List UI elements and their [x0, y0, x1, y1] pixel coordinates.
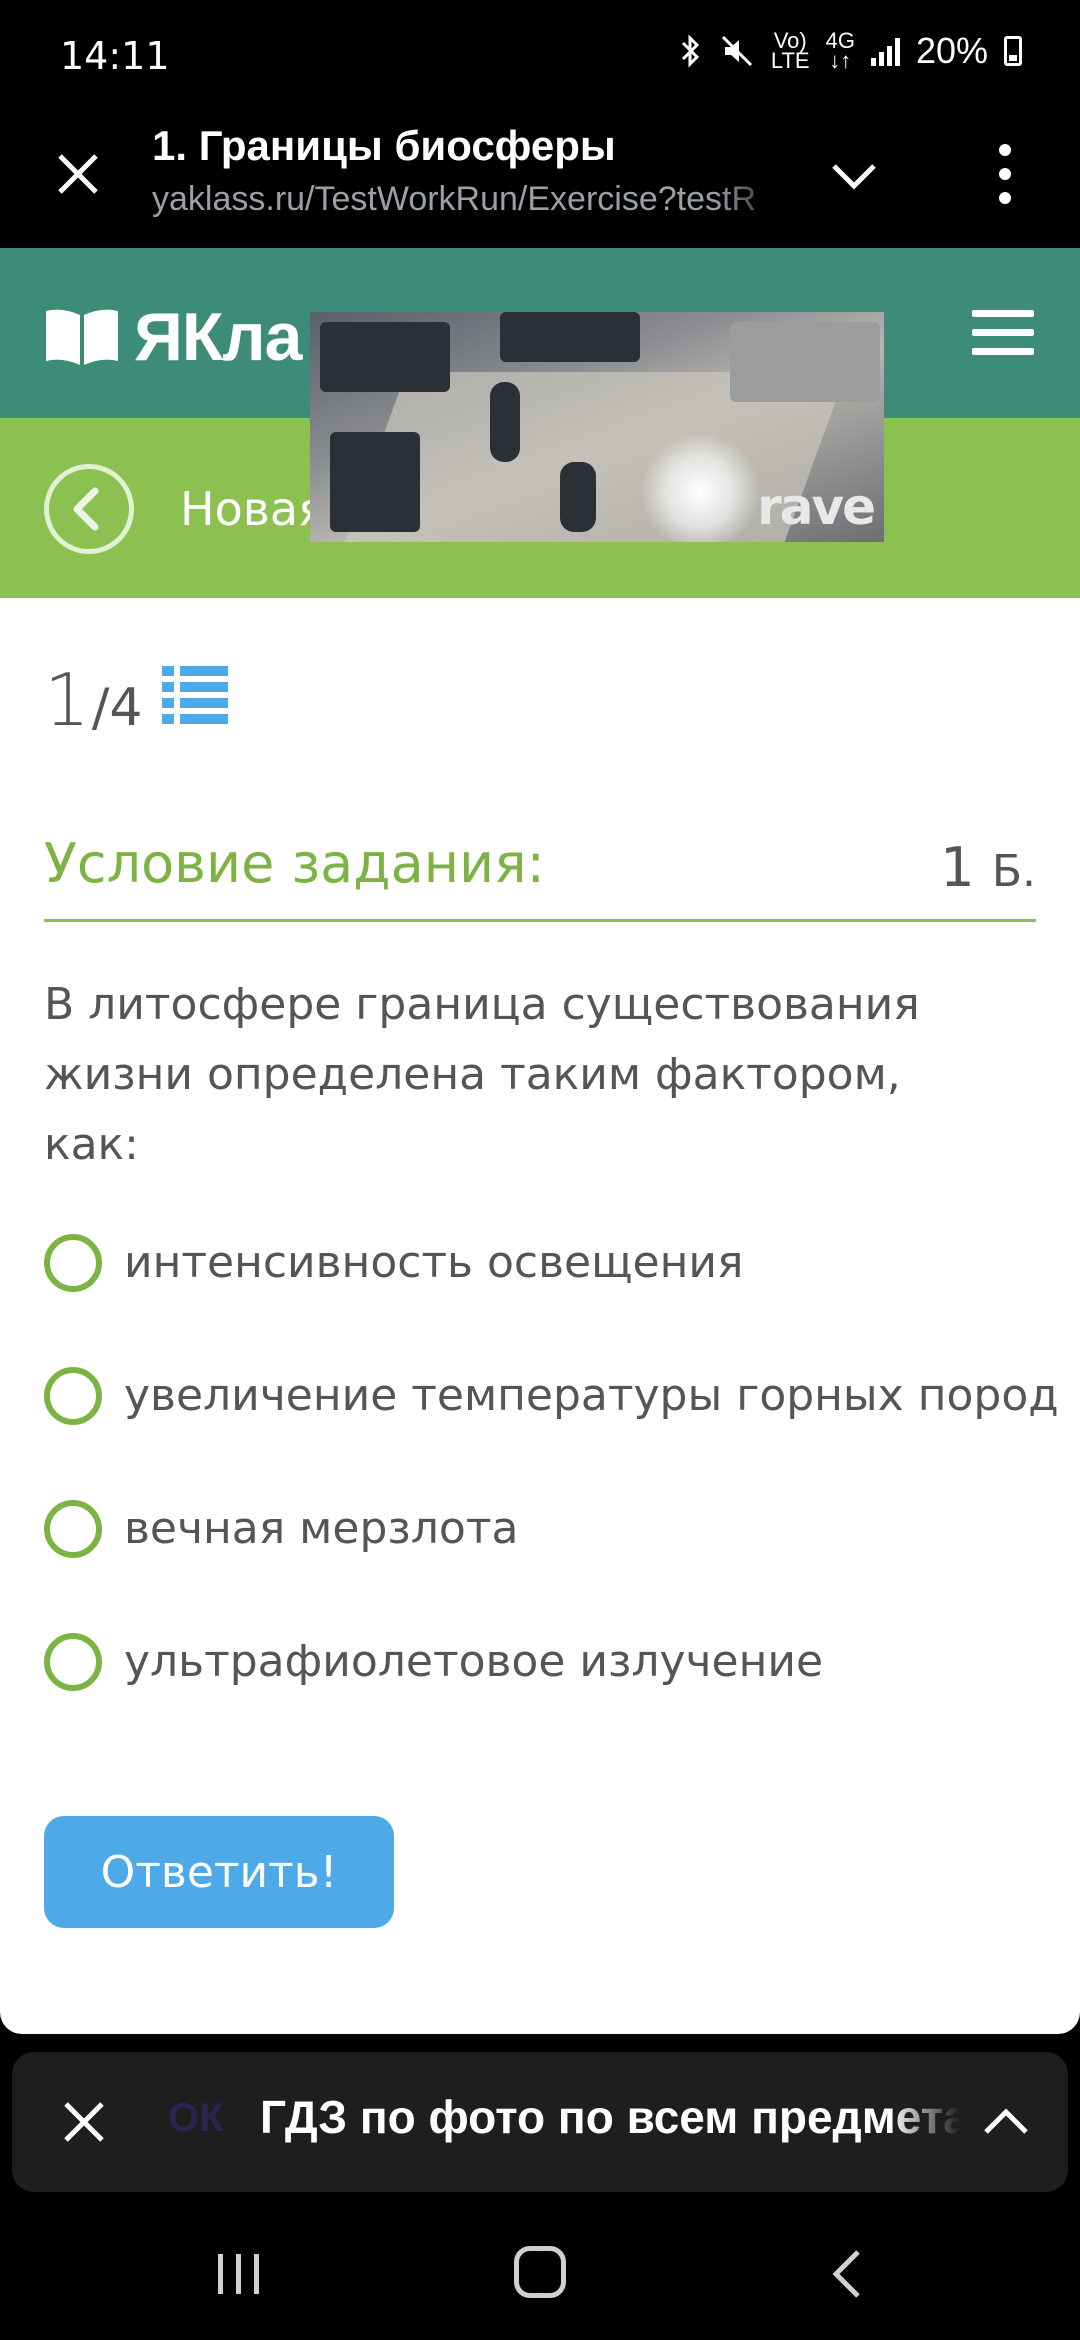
video-scene-shape [330, 432, 420, 532]
submit-button[interactable]: Ответить! [44, 1816, 394, 1928]
current-question: 1 [44, 658, 90, 742]
mobile-data-indicator: 4G ↓↑ [826, 30, 855, 73]
hamburger-menu-icon[interactable] [972, 310, 1034, 358]
video-scene-shape [560, 462, 596, 532]
mute-icon [721, 35, 752, 67]
status-icons: Vo) LTE 4G ↓↑ 20% [679, 30, 1022, 72]
back-button[interactable] [44, 464, 134, 554]
answer-option[interactable]: ультрафиолетовое излучение [44, 1595, 1034, 1728]
url-bar[interactable]: yaklass.ru/TestWorkRun/Exercise?testR [152, 180, 792, 219]
recent-apps-icon[interactable] [214, 2252, 264, 2296]
question-text: В литосфере граница существования жизни … [44, 979, 920, 1170]
points-value: 1 [940, 836, 975, 899]
chevron-up-icon[interactable] [976, 2092, 1036, 2152]
radio-button[interactable] [44, 1632, 102, 1691]
volte-bottom-label: LTE [770, 48, 810, 73]
site-logo[interactable]: ЯКла [44, 298, 302, 376]
answer-option-label: ультрафиолетовое излучение [124, 1636, 824, 1687]
system-nav-bar [0, 2192, 1080, 2340]
close-icon[interactable] [56, 2094, 112, 2150]
points-unit: Б. [991, 846, 1036, 897]
status-time: 14:11 [60, 34, 170, 78]
chevron-down-icon[interactable] [826, 148, 882, 204]
video-scene-light [640, 432, 760, 542]
radio-button[interactable] [44, 1233, 102, 1292]
sub-header-title: Новая [180, 482, 326, 536]
answer-option-label: интенсивность освещения [124, 1237, 744, 1288]
task-label: Условие задания: [44, 832, 545, 895]
page-title: 1. Границы биосферы [152, 122, 616, 169]
video-overlay[interactable]: rave [310, 312, 884, 542]
video-logo: rave [757, 478, 876, 536]
answer-option-label: вечная мерзлота [124, 1503, 519, 1554]
video-scene-shape [500, 312, 640, 362]
battery-label: 20% [915, 30, 988, 71]
volte-indicator: Vo) LTE [770, 30, 810, 73]
answer-options: интенсивность освещения увеличение темпе… [44, 1196, 1059, 1728]
total-questions: /4 [91, 678, 143, 738]
video-scene-shape [320, 322, 450, 392]
list-icon[interactable] [162, 664, 228, 726]
bottom-banner[interactable]: ОК ГДЗ по фото по всем предмета [12, 2052, 1068, 2192]
battery-icon [1004, 36, 1022, 66]
task-header: Условие задания: 1 Б. [44, 826, 1036, 922]
browser-toolbar: 1. Границы биосферы yaklass.ru/TestWorkR… [0, 118, 1080, 248]
logo-text: ЯКла [134, 299, 302, 375]
banner-text: ГДЗ по фото по всем предмета [260, 2091, 960, 2143]
banner-brand: ОК [168, 2096, 224, 2140]
book-icon [46, 309, 118, 365]
bluetooth-icon [681, 34, 699, 68]
question-counter: 1 /4 [44, 658, 142, 742]
video-scene-shape [490, 382, 520, 462]
radio-button[interactable] [44, 1366, 102, 1425]
main-content: 1 /4 Условие задания: 1 Б. В литосфере г… [0, 598, 1080, 2034]
radio-button[interactable] [44, 1499, 102, 1558]
more-vert-icon[interactable] [990, 142, 1020, 206]
data-arrows-icon: ↓↑ [829, 48, 852, 73]
close-tab-icon[interactable] [50, 146, 106, 202]
answer-option[interactable]: увеличение температуры горных пород [44, 1329, 1059, 1462]
status-bar: 14:11 Vo) LTE 4G ↓↑ 20% [0, 0, 1080, 118]
answer-option-label: увеличение температуры горных пород [124, 1370, 1059, 1421]
video-scene-shape [730, 322, 880, 402]
task-points: 1 Б. [940, 836, 1036, 899]
answer-option[interactable]: интенсивность освещения [44, 1196, 1034, 1329]
back-icon[interactable] [828, 2248, 868, 2300]
home-icon[interactable] [514, 2246, 566, 2298]
answer-option[interactable]: вечная мерзлота [44, 1462, 1034, 1595]
signal-icon [870, 36, 900, 66]
